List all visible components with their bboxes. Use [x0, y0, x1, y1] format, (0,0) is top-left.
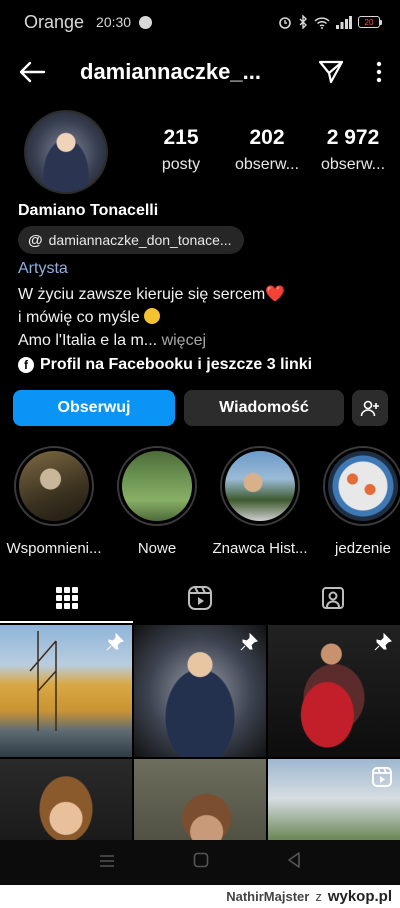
profile-links[interactable]: f Profil na Facebooku i jeszcze 3 linki [18, 356, 312, 374]
stat-following[interactable]: 2 972 obserw... [310, 126, 396, 174]
post-thumbnail[interactable] [134, 759, 266, 840]
threads-badge[interactable]: @ damiannaczke_don_tonace... [18, 226, 244, 254]
stat-label: obserw... [234, 156, 300, 173]
profile-tabs [0, 573, 400, 623]
bio-text: W życiu zawsze kieruje się sercem [18, 286, 266, 303]
highlight-cover [19, 451, 89, 521]
profile-stats: 215 posty 202 obserw... 2 972 obserw... [138, 126, 396, 174]
status-time: 20:30 [96, 14, 132, 30]
posts-grid [0, 625, 400, 840]
pin-icon [106, 633, 124, 651]
highlight-cover [122, 451, 192, 521]
highlight-cover [225, 451, 295, 521]
stat-value: 2 972 [326, 126, 380, 149]
post-thumbnail[interactable] [268, 625, 400, 757]
more-vertical-icon[interactable] [376, 61, 382, 83]
highlight-item[interactable]: jedzenie [311, 446, 400, 557]
profile-category: Artysta [18, 260, 68, 277]
watermark-sep: z [315, 889, 322, 904]
message-button[interactable]: Wiadomość [184, 390, 344, 426]
carrier-label: Orange [24, 11, 85, 32]
battery-level: 20 [358, 16, 380, 28]
post-thumbnail[interactable] [0, 625, 132, 757]
home-icon[interactable] [193, 852, 209, 873]
signal-icon [336, 15, 352, 29]
stat-followers[interactable]: 202 obserw... [224, 126, 310, 174]
tagged-icon [321, 587, 344, 609]
stat-posts[interactable]: 215 posty [138, 126, 224, 174]
stat-label: obserw... [320, 156, 386, 173]
tab-reels[interactable] [133, 573, 266, 623]
pin-icon [374, 633, 392, 651]
watermark-user: NathirMajster [226, 889, 310, 904]
bio-more-link[interactable]: więcej [162, 332, 206, 349]
send-icon[interactable] [318, 59, 344, 85]
bio-line-3: Amo l'Italia e la m... więcej [18, 332, 206, 350]
bio-line-2: i mówię co myśle [18, 308, 160, 327]
stat-value: 215 [163, 126, 199, 149]
bio-text: i mówię co myśle [18, 309, 140, 326]
wykop-logo: wykop.pl [327, 888, 392, 905]
system-nav-bar [0, 840, 400, 885]
stat-label: posty [161, 156, 201, 173]
back-arrow-icon[interactable] [18, 60, 46, 84]
facebook-icon: f [18, 357, 34, 373]
tab-tagged[interactable] [266, 573, 399, 623]
grid-icon [55, 587, 78, 609]
active-tab-indicator [0, 621, 133, 623]
avatar-image [26, 112, 106, 192]
bio-text: Amo l'Italia e la m... [18, 332, 158, 349]
highlight-item[interactable]: Wspomnieni... [2, 446, 106, 557]
bluetooth-icon [299, 15, 307, 29]
highlight-label: Wspomnieni... [6, 540, 102, 557]
bio-line-1: W życiu zawsze kieruje się sercem❤️ [18, 284, 285, 304]
suggest-user-button[interactable] [352, 390, 388, 426]
messenger-icon [139, 15, 153, 29]
threads-icon: @ [28, 231, 43, 249]
highlight-label: Znawca Hist... [212, 540, 308, 557]
watermark-bar: NathirMajster z wykop.pl [0, 885, 400, 908]
battery-icon: 20 [358, 16, 382, 28]
reels-icon [187, 586, 212, 610]
wifi-icon [314, 16, 330, 29]
heart-emoji-icon: ❤️ [265, 286, 286, 303]
follow-button[interactable]: Obserwuj [13, 390, 175, 426]
highlight-label: jedzenie [335, 540, 391, 557]
profile-header: damiannaczke_... [0, 44, 400, 100]
stat-value: 202 [249, 126, 285, 149]
add-person-icon [360, 400, 379, 417]
highlight-item[interactable]: Nowe [105, 446, 209, 557]
highlight-label: Nowe [137, 540, 177, 557]
recent-apps-icon[interactable] [99, 854, 115, 872]
tab-posts-grid[interactable] [0, 573, 133, 623]
threads-handle: damiannaczke_don_tonace... [48, 232, 232, 248]
display-name: Damiano Tonacelli [18, 202, 159, 219]
reel-icon [372, 767, 392, 787]
pin-icon [240, 633, 258, 651]
back-triangle-icon[interactable] [287, 852, 301, 873]
highlight-cover [328, 451, 398, 521]
profile-actions: Obserwuj Wiadomość [0, 390, 400, 426]
post-thumbnail[interactable] [268, 759, 400, 840]
avatar[interactable] [24, 110, 108, 194]
links-label: Profil na Facebooku i jeszcze 3 linki [40, 356, 313, 373]
profile-username: damiannaczke_... [80, 59, 261, 84]
highlight-item[interactable]: Znawca Hist... [208, 446, 312, 557]
alarm-icon [279, 17, 291, 29]
post-thumbnail[interactable] [134, 625, 266, 757]
face-emoji-icon [143, 308, 160, 324]
story-highlights: Wspomnieni... Nowe Znawca Hist... jedzen… [0, 446, 400, 558]
status-bar: Orange 20:30 20 [0, 0, 400, 44]
post-thumbnail[interactable] [0, 759, 132, 840]
